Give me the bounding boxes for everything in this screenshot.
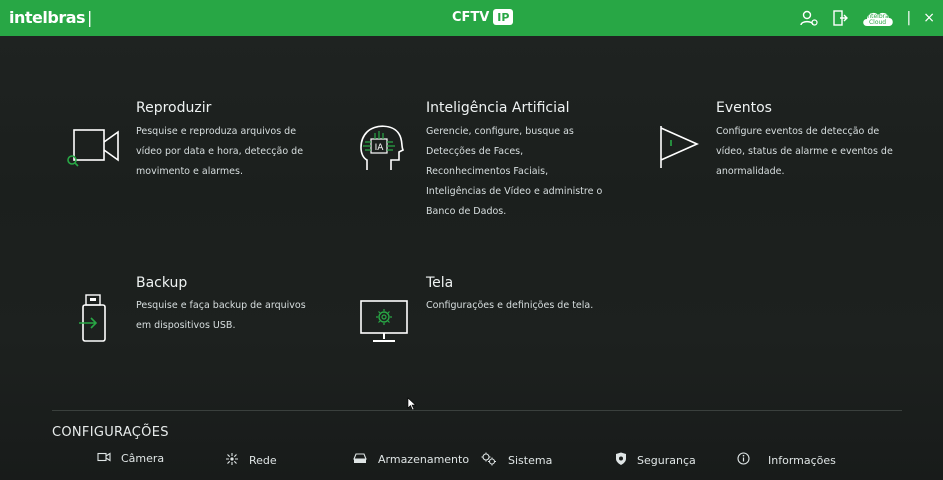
- storage-icon: [352, 452, 368, 467]
- config-item-camera[interactable]: Câmera: [97, 452, 164, 465]
- tile-reproduzir-description: Pesquise e reproduza arquivos de vídeo p…: [136, 126, 304, 177]
- tile-reproduzir-title: Reproduzir: [136, 100, 212, 116]
- product-name: CFTV: [452, 9, 490, 25]
- product-badge: IP: [493, 9, 514, 25]
- brand-name: intelbras: [9, 8, 86, 27]
- usb-icon: [79, 293, 109, 349]
- config-item-sistema[interactable]: Sistema: [480, 452, 552, 469]
- brand-separator: |: [87, 8, 92, 27]
- network-icon: [225, 452, 239, 469]
- tile-backup-title: Backup: [136, 275, 188, 291]
- logout-icon[interactable]: [831, 9, 849, 27]
- flag-icon: [657, 124, 703, 174]
- config-item-rede[interactable]: Rede: [225, 452, 277, 469]
- shield-icon: [615, 452, 627, 469]
- tile-ia-title: Inteligência Artificial: [426, 100, 570, 116]
- ai-head-icon: IA: [357, 120, 409, 180]
- cloud-icon[interactable]: Intelbras Cloud: [861, 8, 895, 28]
- config-item-seguranca-label: Segurança: [637, 454, 696, 467]
- config-item-informacoes[interactable]: Informações: [737, 452, 836, 468]
- top-separator: |: [906, 10, 912, 26]
- tile-eventos-title: Eventos: [716, 100, 772, 116]
- product-logo: CFTV IP: [452, 9, 514, 25]
- cloud-label-line2: Cloud: [868, 19, 887, 26]
- tile-backup-description: Pesquise e faça backup de arquivos em di…: [136, 300, 306, 331]
- camera-icon: [97, 452, 111, 465]
- cloud-label: Intelbras Cloud: [866, 14, 892, 26]
- config-divider: [52, 410, 902, 411]
- config-item-armazenamento[interactable]: Armazenamento: [352, 452, 469, 467]
- top-actions: Intelbras Cloud | ×: [799, 8, 935, 28]
- config-item-seguranca[interactable]: Segurança: [615, 452, 696, 469]
- brand-logo: intelbras |: [9, 8, 92, 27]
- tile-tela-title: Tela: [426, 275, 454, 291]
- playback-camera-icon: [66, 126, 124, 174]
- config-item-informacoes-label: Informações: [768, 453, 836, 467]
- monitor-icon: [359, 299, 411, 349]
- config-item-sistema-label: Sistema: [508, 454, 553, 467]
- config-title: CONFIGURAÇÕES: [52, 425, 169, 440]
- ai-icon-text: IA: [375, 143, 385, 153]
- close-icon[interactable]: ×: [923, 10, 935, 26]
- mouse-cursor-icon: [407, 396, 417, 415]
- config-item-camera-label: Câmera: [121, 452, 165, 465]
- tile-tela-description: Configurações e definições de tela.: [426, 300, 594, 311]
- info-icon: [737, 452, 750, 468]
- user-icon[interactable]: [799, 9, 819, 27]
- tile-eventos-description: Configure eventos de detecção de vídeo, …: [716, 126, 893, 177]
- config-item-rede-label: Rede: [249, 454, 277, 467]
- config-item-armazenamento-label: Armazenamento: [378, 453, 470, 466]
- top-bar: intelbras | CFTV IP Intelbras Cloud | ×: [0, 0, 943, 36]
- tile-ia-description: Gerencie, configure, busque as Detecções…: [426, 126, 603, 217]
- gears-icon: [480, 452, 498, 469]
